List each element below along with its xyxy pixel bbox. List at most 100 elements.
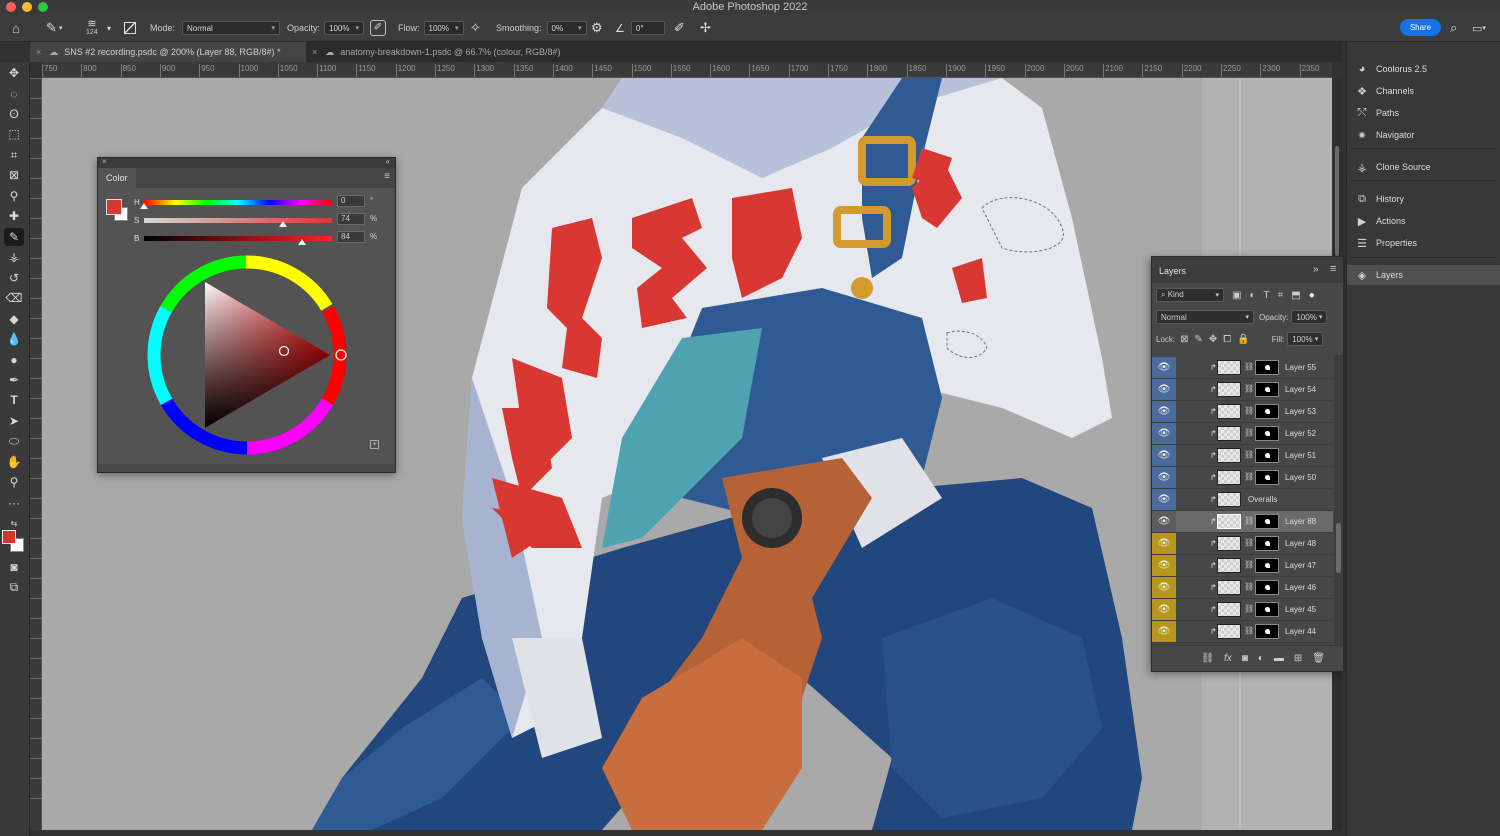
- brightness-value-input[interactable]: 84: [337, 231, 365, 243]
- eye-icon[interactable]: 👁: [1152, 555, 1176, 576]
- layer-mask-thumbnail[interactable]: [1255, 536, 1279, 551]
- eye-icon[interactable]: 👁: [1152, 357, 1176, 378]
- lock-transparent-icon[interactable]: ⊠: [1180, 334, 1188, 345]
- foreground-swatch[interactable]: [106, 199, 122, 215]
- eye-icon[interactable]: 👁: [1152, 445, 1176, 466]
- hand-tool-icon[interactable]: ✋: [4, 453, 24, 471]
- zoom-tool-icon[interactable]: ⚲: [4, 473, 24, 491]
- eye-icon[interactable]: 👁: [1152, 577, 1176, 598]
- angle-input[interactable]: 0°: [630, 21, 665, 35]
- history-brush-tool-icon[interactable]: ↺: [4, 269, 24, 287]
- layer-thumbnail[interactable]: [1217, 404, 1241, 419]
- eraser-tool-icon[interactable]: ⌫: [4, 289, 24, 307]
- layer-mask-thumbnail[interactable]: [1255, 448, 1279, 463]
- layer-thumbnail[interactable]: [1217, 470, 1241, 485]
- close-icon[interactable]: ×: [36, 47, 41, 57]
- layer-row[interactable]: 👁 ↱ ⛓ Layer 53: [1152, 401, 1333, 423]
- document-tab[interactable]: × ☁ anatomy-breakdown-1.psdc @ 66.7% (co…: [306, 42, 606, 62]
- panel-menu-icon[interactable]: ≡: [384, 171, 390, 182]
- pressure-size-icon[interactable]: ✐: [674, 14, 685, 42]
- adjustment-layer-icon[interactable]: ◐: [1258, 653, 1264, 664]
- layer-thumbnail[interactable]: [1217, 360, 1241, 375]
- vertical-ruler[interactable]: [30, 78, 42, 830]
- link-layers-icon[interactable]: ⛓: [1201, 653, 1214, 664]
- layer-mask-thumbnail[interactable]: [1255, 602, 1279, 617]
- dodge-tool-icon[interactable]: ●: [4, 351, 24, 369]
- move-tool-icon[interactable]: ✥: [4, 64, 24, 82]
- layers-panel-header[interactable]: Layers » ≡: [1152, 257, 1343, 283]
- brush-preset-icon[interactable]: ✎ ▾: [46, 14, 62, 42]
- saturation-value-input[interactable]: 74: [337, 213, 365, 225]
- folder-icon[interactable]: ▬: [1274, 653, 1284, 664]
- layers-scrollbar[interactable]: [1334, 355, 1343, 645]
- layer-mask-thumbnail[interactable]: [1255, 360, 1279, 375]
- dock-item-channels[interactable]: ❖ Channels: [1347, 81, 1500, 101]
- more-tools-icon[interactable]: ···: [4, 494, 24, 512]
- layer-thumbnail[interactable]: [1217, 514, 1241, 529]
- brightness-slider-thumb[interactable]: [297, 239, 306, 245]
- trash-icon[interactable]: 🗑: [1312, 653, 1325, 664]
- layer-mask-thumbnail[interactable]: [1255, 382, 1279, 397]
- close-icon[interactable]: ×: [102, 157, 107, 166]
- chevron-down-icon[interactable]: ▾: [107, 14, 111, 42]
- dock-item-actions[interactable]: ▶ Actions: [1347, 211, 1500, 231]
- color-wheel[interactable]: [144, 252, 350, 458]
- layer-mask-thumbnail[interactable]: [1255, 624, 1279, 639]
- dock-item-coolorus[interactable]: ◕ Coolorus 2.5: [1347, 59, 1500, 79]
- fx-icon[interactable]: fx: [1224, 653, 1232, 664]
- lasso-tool-icon[interactable]: ʘ: [4, 105, 24, 123]
- brush-size-picker[interactable]: ≋ 124: [86, 14, 98, 42]
- scrollbar-thumb[interactable]: [1336, 523, 1341, 573]
- layer-row[interactable]: 👁 ↱ ⛓ Layer 45: [1152, 599, 1333, 621]
- frame-tool-icon[interactable]: ⊠: [4, 166, 24, 184]
- filter-type-icon[interactable]: T: [1264, 290, 1270, 301]
- document-tab-active[interactable]: × ☁ SNS #2 recording.psdc @ 200% (Layer …: [30, 42, 306, 62]
- dock-item-history[interactable]: ⧉ History: [1347, 189, 1500, 209]
- filter-adjustment-icon[interactable]: ◐: [1249, 290, 1255, 301]
- layer-mask-thumbnail[interactable]: [1255, 514, 1279, 529]
- foreground-color-swatch[interactable]: [2, 530, 16, 544]
- layer-filter-select[interactable]: ⌕ Kind ▾: [1156, 288, 1224, 302]
- collapse-icon[interactable]: «: [386, 157, 390, 166]
- dock-item-properties[interactable]: ☰ Properties: [1347, 233, 1500, 253]
- search-icon[interactable]: ⌕: [1450, 14, 1457, 42]
- layer-row[interactable]: 👁 ↱ ⛓ Layer 50: [1152, 467, 1333, 489]
- lock-artboard-icon[interactable]: ⧠: [1223, 334, 1231, 345]
- color-panel-header[interactable]: × «: [98, 157, 395, 168]
- panel-menu-icon[interactable]: ≡: [1330, 263, 1336, 275]
- fill-input[interactable]: 100% ▾: [1287, 332, 1324, 346]
- eye-icon[interactable]: 👁: [1152, 511, 1176, 532]
- color-panel-tab[interactable]: Color: [98, 168, 136, 188]
- add-mask-icon[interactable]: ◙: [1242, 653, 1248, 664]
- eye-icon[interactable]: 👁: [1152, 467, 1176, 488]
- scrollbar-thumb[interactable]: [1335, 146, 1339, 256]
- screen-mode-icon[interactable]: ⧉: [4, 578, 24, 596]
- shape-tool-icon[interactable]: ⬭: [4, 432, 24, 450]
- marquee-tool-icon[interactable]: ◌: [4, 85, 24, 103]
- hue-slider-thumb[interactable]: [140, 203, 148, 209]
- layer-row[interactable]: 👁 ↱ ⛓ Layer 55: [1152, 357, 1333, 379]
- lock-position-icon[interactable]: ✥: [1209, 334, 1217, 345]
- crop-tool-icon[interactable]: ⌗: [4, 146, 24, 164]
- smoothing-input[interactable]: 0% ▾: [546, 21, 587, 35]
- layer-thumbnail[interactable]: [1217, 624, 1241, 639]
- airbrush-icon[interactable]: ✧: [470, 14, 481, 42]
- blur-tool-icon[interactable]: 💧: [4, 330, 24, 348]
- filter-toggle-icon[interactable]: ●: [1309, 290, 1315, 301]
- layer-thumbnail[interactable]: [1217, 580, 1241, 595]
- layer-row[interactable]: 👁 ↱ ⛓ Layer 44: [1152, 621, 1333, 643]
- gear-icon[interactable]: ⚙: [591, 14, 603, 42]
- symmetry-icon[interactable]: ✢: [700, 14, 711, 42]
- eye-icon[interactable]: 👁: [1152, 621, 1176, 642]
- brush-panel-toggle[interactable]: [124, 14, 136, 42]
- eye-icon[interactable]: 👁: [1152, 599, 1176, 620]
- paint-bucket-tool-icon[interactable]: ◆: [4, 310, 24, 328]
- layer-row[interactable]: 👁 ↱ ⛓ Layer 54: [1152, 379, 1333, 401]
- layer-row[interactable]: 👁 ↱ ⛓ Layer 48: [1152, 533, 1333, 555]
- hue-value-input[interactable]: 0: [337, 195, 365, 207]
- healing-tool-icon[interactable]: ✚: [4, 207, 24, 225]
- layer-thumbnail[interactable]: [1217, 602, 1241, 617]
- saturation-slider-thumb[interactable]: [279, 221, 288, 227]
- eye-icon[interactable]: 👁: [1152, 401, 1176, 422]
- dock-item-layers[interactable]: ◈ Layers: [1347, 265, 1500, 285]
